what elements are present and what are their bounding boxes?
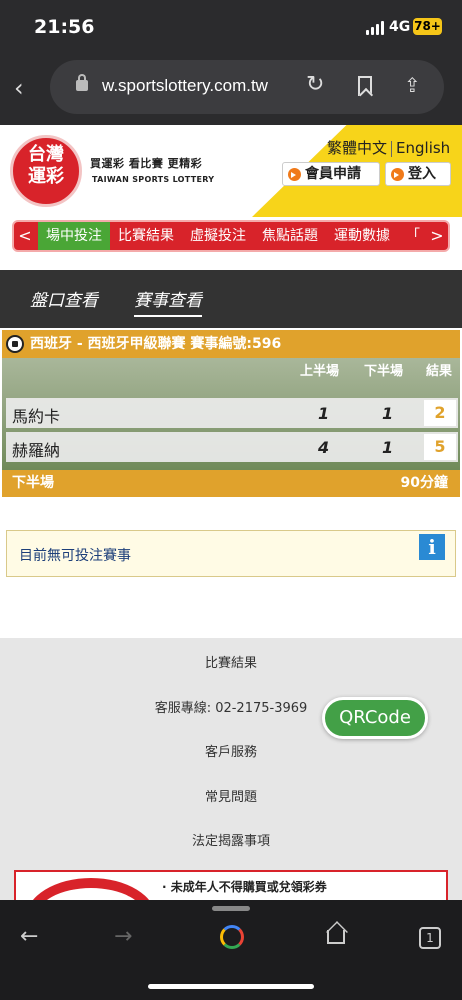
lock-icon bbox=[76, 74, 88, 91]
match-status-bar: 下半場 90分鐘 bbox=[2, 470, 460, 497]
nav-items: 場中投注 比賽結果 虛擬投注 焦點話題 運動數據 「 bbox=[38, 222, 428, 250]
notice-text: 目前無可投注賽事 bbox=[19, 548, 131, 564]
site-slogan-en: TAIWAN SPORTS LOTTERY bbox=[92, 175, 215, 184]
footer-link-faq[interactable]: 常見問題 bbox=[0, 786, 462, 805]
nav-item-results[interactable]: 比賽結果 bbox=[110, 222, 182, 250]
nav-item-virtual[interactable]: 虛擬投注 bbox=[182, 222, 254, 250]
browser-toolbar: ‹ w.sportslottery.com.tw ↻ ⇪ bbox=[0, 50, 462, 125]
info-icon[interactable]: i bbox=[419, 534, 445, 560]
footer-link-results[interactable]: 比賽結果 bbox=[0, 652, 462, 671]
url-text[interactable]: w.sportslottery.com.tw bbox=[102, 76, 268, 96]
share-icon[interactable]: ⇪ bbox=[404, 73, 421, 97]
footer-link-disclosure[interactable]: 法定揭露事項 bbox=[0, 830, 462, 849]
no-bets-notice: 目前無可投注賽事 i bbox=[6, 530, 456, 577]
reload-icon[interactable]: ↻ bbox=[306, 72, 324, 97]
match-period: 下半場 bbox=[12, 475, 54, 491]
underage-warning: · 未成年人不得購買或兌領彩券 bbox=[14, 870, 448, 900]
lang-en-link[interactable]: English bbox=[396, 139, 450, 157]
tab-odds-view[interactable]: 盤口查看 bbox=[30, 286, 98, 311]
team-name: 馬約卡 bbox=[12, 407, 61, 426]
arrow-right-icon bbox=[391, 168, 404, 181]
first-half-score: 4 bbox=[318, 438, 330, 457]
second-half-score: 1 bbox=[382, 438, 394, 457]
network-type: 4G bbox=[389, 19, 411, 35]
nav-item-more[interactable]: 「 bbox=[398, 222, 428, 250]
prohibition-icon bbox=[26, 878, 156, 900]
drag-handle[interactable] bbox=[212, 906, 250, 911]
tab-match-view[interactable]: 賽事查看 bbox=[134, 286, 202, 317]
address-bar[interactable]: w.sportslottery.com.tw ↻ ⇪ bbox=[50, 60, 444, 114]
language-switch: 繁體中文 English bbox=[327, 137, 450, 158]
match-minutes: 90分鐘 bbox=[400, 475, 448, 491]
web-page: 台灣 運彩 買運彩 看比賽 更精彩 TAIWAN SPORTS LOTTERY … bbox=[0, 125, 462, 900]
site-header: 台灣 運彩 買運彩 看比賽 更精彩 TAIWAN SPORTS LOTTERY … bbox=[0, 125, 462, 217]
home-indicator[interactable] bbox=[148, 984, 314, 989]
home-icon[interactable] bbox=[327, 930, 345, 944]
match-title: 西班牙 - 西班牙甲級聯賽 賽事編號:596 bbox=[30, 336, 282, 352]
signal-icon bbox=[366, 21, 384, 35]
bookmark-icon[interactable] bbox=[358, 76, 372, 96]
register-button[interactable]: 會員申請 bbox=[282, 162, 380, 186]
nav-item-stats[interactable]: 運動數據 bbox=[326, 222, 398, 250]
site-footer: 比賽結果 客服專線: 02-2175-3969 客戶服務 常見問題 法定揭露事項 bbox=[0, 638, 462, 900]
nav-prev-arrow[interactable]: < bbox=[14, 222, 36, 250]
browser-bottom-bar: ← → 1 bbox=[0, 900, 462, 1000]
arrow-right-icon bbox=[288, 168, 301, 181]
view-tabs: 盤口查看 賽事查看 bbox=[0, 270, 462, 328]
lang-zh-link[interactable]: 繁體中文 bbox=[327, 139, 387, 157]
login-button[interactable]: 登入 bbox=[385, 162, 451, 186]
status-bar: 21:56 4G 78+ bbox=[0, 0, 462, 50]
nav-item-live-betting[interactable]: 場中投注 bbox=[38, 222, 110, 250]
nav-item-topics[interactable]: 焦點話題 bbox=[254, 222, 326, 250]
chevron-left-icon[interactable]: ‹ bbox=[14, 74, 24, 102]
forward-arrow-icon[interactable]: → bbox=[114, 924, 132, 949]
match-title-bar: 西班牙 - 西班牙甲級聯賽 賽事編號:596 bbox=[2, 330, 460, 358]
battery-icon: 78+ bbox=[413, 18, 442, 35]
team-name: 赫羅納 bbox=[12, 441, 61, 460]
header-first-half: 上半場 bbox=[300, 364, 340, 379]
second-half-score: 1 bbox=[382, 404, 394, 423]
warning-text: · 未成年人不得購買或兌領彩券 bbox=[162, 880, 327, 894]
team-row: 赫羅納 4 1 5 bbox=[6, 432, 458, 462]
final-score: 2 bbox=[424, 400, 456, 426]
back-arrow-icon[interactable]: ← bbox=[20, 924, 38, 949]
score-column-headers: 上半場 下半場 結果 bbox=[2, 360, 460, 380]
qrcode-button[interactable]: QRCode bbox=[322, 697, 428, 739]
team-row: 馬約卡 1 1 2 bbox=[6, 398, 458, 428]
google-lens-icon[interactable] bbox=[220, 925, 244, 949]
status-time: 21:56 bbox=[34, 16, 95, 38]
site-logo[interactable]: 台灣 運彩 bbox=[10, 135, 82, 207]
site-slogan: 買運彩 看比賽 更精彩 bbox=[90, 157, 203, 170]
nav-next-arrow[interactable]: > bbox=[426, 222, 448, 250]
footer-link-customer-service[interactable]: 客戶服務 bbox=[0, 741, 462, 760]
match-card: 西班牙 - 西班牙甲級聯賽 賽事編號:596 上半場 下半場 結果 馬約卡 1 … bbox=[2, 330, 460, 497]
main-nav: < 場中投注 比賽結果 虛擬投注 焦點話題 運動數據 「 > bbox=[12, 220, 450, 252]
header-second-half: 下半場 bbox=[364, 364, 404, 379]
final-score: 5 bbox=[424, 434, 456, 460]
header-result: 結果 bbox=[426, 364, 453, 379]
soccer-ball-icon bbox=[6, 335, 24, 353]
first-half-score: 1 bbox=[318, 404, 330, 423]
tab-count-icon[interactable]: 1 bbox=[419, 927, 441, 949]
